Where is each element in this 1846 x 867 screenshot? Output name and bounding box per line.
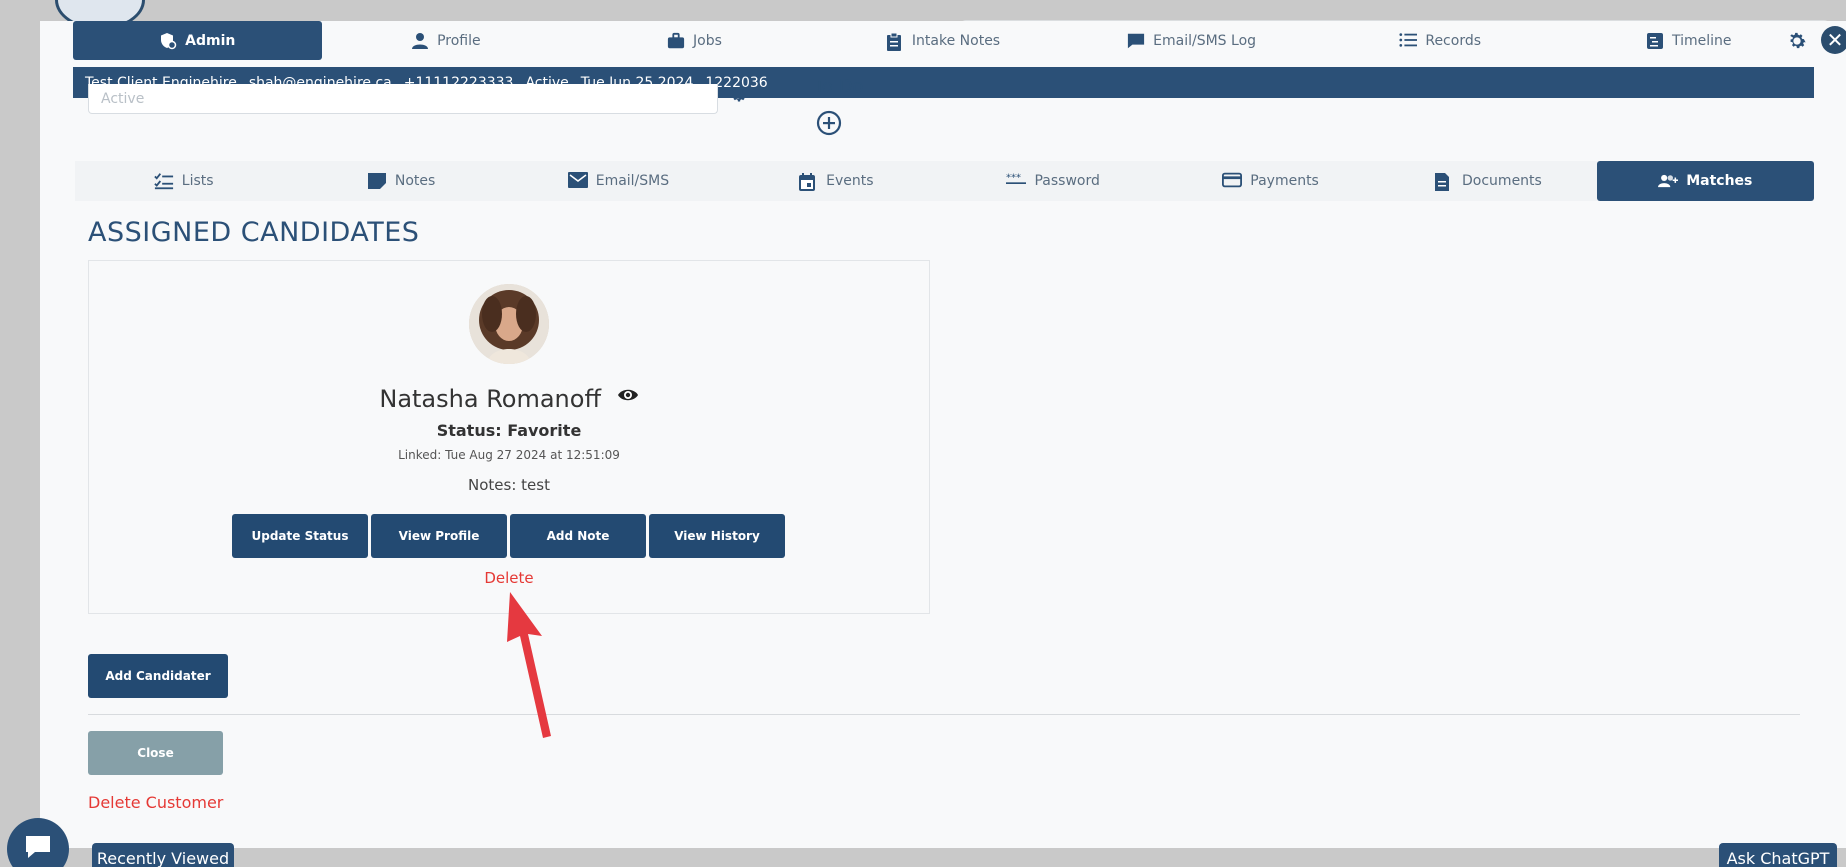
tab-lists-label: Lists	[181, 173, 214, 189]
tab-records-label: Records	[1425, 32, 1482, 49]
envelope-icon	[567, 172, 588, 190]
ask-chatgpt-tab[interactable]: Ask ChatGPT	[1719, 843, 1837, 867]
update-status-button[interactable]: Update Status	[232, 514, 368, 558]
close-button[interactable]: Close	[88, 731, 223, 775]
candidate-actions: Update Status View Profile Add Note View…	[232, 514, 785, 558]
settings-gear-icon[interactable]	[1786, 30, 1808, 52]
tab-email-sms-log-label: Email/SMS Log	[1153, 32, 1257, 49]
candidate-name-row: Natasha Romanoff	[89, 381, 929, 413]
candidate-card: Natasha Romanoff Status: Favorite Linked…	[88, 260, 930, 614]
divider	[88, 714, 1800, 715]
password-icon: ***	[1006, 172, 1027, 190]
todo-title: To Do	[814, 76, 864, 97]
note-icon	[367, 172, 387, 190]
tab-matches[interactable]: Matches	[1596, 161, 1814, 201]
status-select[interactable]: Active	[88, 84, 718, 114]
tab-admin[interactable]: Admin	[73, 21, 322, 60]
tab-events-label: Events	[826, 173, 874, 189]
tab-notes[interactable]: Notes	[292, 161, 509, 201]
add-todo-plus-icon[interactable]	[816, 110, 842, 136]
candidate-notes: Notes: test	[468, 476, 550, 494]
calendar-icon	[798, 172, 818, 191]
person-icon	[411, 32, 429, 50]
tab-timeline[interactable]: Timeline	[1564, 21, 1813, 60]
tab-password[interactable]: *** Password	[945, 161, 1162, 201]
tab-email-sms[interactable]: Email/SMS	[510, 161, 727, 201]
candidate-status: Status: Favorite	[436, 421, 582, 440]
tab-payments[interactable]: Payments	[1162, 161, 1379, 201]
user-plus-icon	[1658, 172, 1679, 190]
tab-intake-notes[interactable]: Intake Notes	[819, 21, 1068, 60]
view-profile-button[interactable]: View Profile	[371, 514, 507, 558]
annotation-arrow	[507, 592, 551, 738]
tab-documents-label: Documents	[1462, 173, 1542, 189]
tab-lists[interactable]: Lists	[75, 161, 292, 201]
document-icon	[1434, 172, 1454, 191]
tab-password-label: Password	[1034, 173, 1100, 189]
clipboard-icon	[886, 32, 904, 51]
view-history-button[interactable]: View History	[649, 514, 785, 558]
tab-email-sms-label: Email/SMS	[595, 173, 670, 189]
tab-jobs[interactable]: Jobs	[570, 21, 819, 60]
timeline-icon	[1646, 32, 1664, 50]
tab-profile[interactable]: Profile	[322, 21, 571, 60]
top-tab-bar: Admin Profile Jobs Intake Notes Email/SM…	[73, 21, 1813, 60]
recently-viewed-tab[interactable]: Recently Viewed	[92, 843, 234, 867]
tab-email-sms-log[interactable]: Email/SMS Log	[1067, 21, 1316, 60]
checklist-icon	[154, 172, 174, 190]
close-icon: ✕	[1826, 28, 1844, 52]
tab-admin-label: Admin	[185, 32, 236, 49]
chat-icon	[1127, 32, 1145, 50]
svg-text:***: ***	[1006, 173, 1021, 184]
tab-matches-label: Matches	[1686, 173, 1753, 189]
add-candidate-button[interactable]: Add Candidater	[88, 654, 228, 698]
tab-events[interactable]: Events	[727, 161, 944, 201]
briefcase-icon	[667, 32, 685, 50]
shield-gear-icon	[159, 32, 177, 50]
close-modal-button[interactable]: ✕	[1821, 26, 1846, 54]
candidate-name: Natasha Romanoff	[379, 385, 601, 413]
candidate-avatar	[469, 284, 549, 364]
eye-icon[interactable]	[617, 381, 639, 401]
tab-notes-label: Notes	[394, 173, 436, 189]
chat-bubble-icon	[23, 833, 53, 865]
credit-card-icon	[1222, 172, 1243, 190]
tab-records[interactable]: Records	[1316, 21, 1565, 60]
tab-documents[interactable]: Documents	[1379, 161, 1596, 201]
list-icon	[1399, 32, 1418, 50]
status-gear-icon[interactable]	[728, 85, 748, 105]
sub-tab-bar: Lists Notes Email/SMS Events *** Passwor…	[75, 161, 1814, 201]
tab-profile-label: Profile	[437, 32, 481, 49]
status-select-value: Active	[101, 91, 145, 107]
tab-intake-notes-label: Intake Notes	[911, 32, 1001, 49]
tab-timeline-label: Timeline	[1671, 32, 1732, 49]
tab-jobs-label: Jobs	[693, 32, 722, 49]
section-title: ASSIGNED CANDIDATES	[88, 217, 420, 248]
add-note-button[interactable]: Add Note	[510, 514, 646, 558]
delete-customer-link[interactable]: Delete Customer	[88, 793, 223, 812]
candidate-linked-date: Linked: Tue Aug 27 2024 at 12:51:09	[398, 448, 620, 462]
tab-payments-label: Payments	[1250, 173, 1319, 189]
